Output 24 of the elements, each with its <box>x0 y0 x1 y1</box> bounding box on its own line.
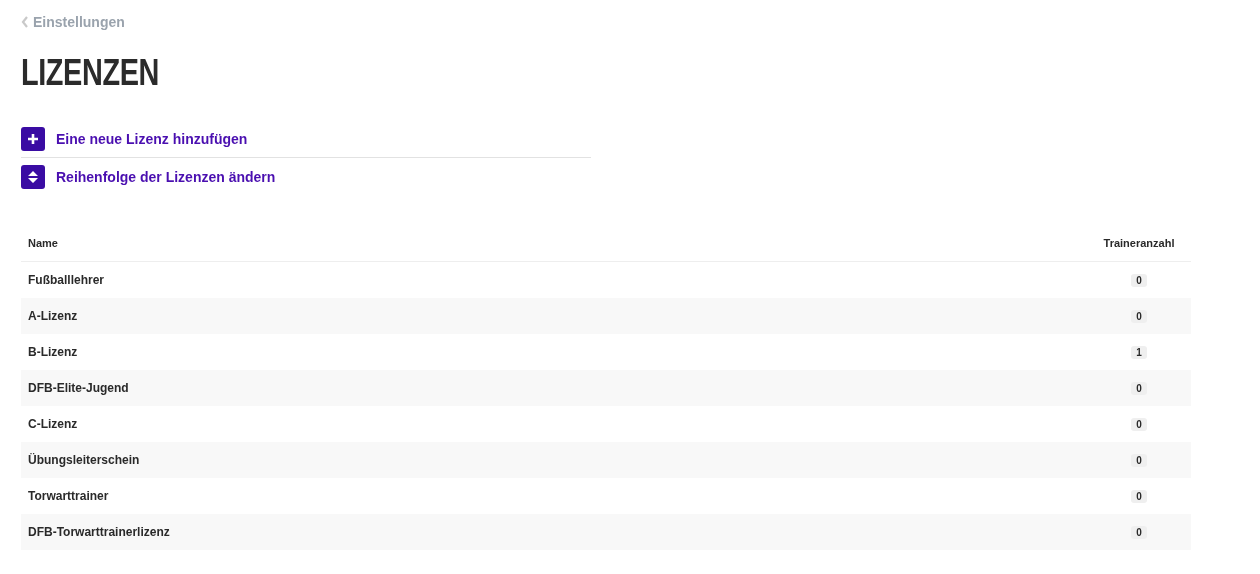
action-link[interactable]: Eine neue Lizenz hinzufügen <box>21 120 591 158</box>
table-cell: DFB-Elite-Jugend <box>21 369 1087 406</box>
count-badge: 0 <box>1131 309 1147 323</box>
count-badge: 0 <box>1131 489 1147 503</box>
plus-icon <box>21 126 45 151</box>
table-cell: Fußballlehrer <box>21 261 1087 298</box>
count-badge: 0 <box>1131 381 1147 395</box>
table-cell: Übungsleiterschein <box>21 441 1087 478</box>
column-header: Name <box>21 225 1087 262</box>
sort-icon <box>21 164 45 189</box>
chevron-left-icon <box>21 16 29 28</box>
table-cell: Torwarttrainer <box>21 477 1087 514</box>
count-badge: 0 <box>1131 453 1147 467</box>
action-link[interactable]: Reihenfolge der Lizenzen ändern <box>21 158 591 195</box>
table-cell: B-Lizenz <box>21 333 1087 370</box>
page-title: LIZENZEN <box>21 52 159 94</box>
table-cell: C-Lizenz <box>21 405 1087 442</box>
count-badge: 0 <box>1131 273 1147 287</box>
count-badge: 0 <box>1131 417 1147 431</box>
count-badge: 1 <box>1131 345 1147 359</box>
count-badge: 0 <box>1131 525 1147 539</box>
table-cell: A-Lizenz <box>21 297 1087 334</box>
table-cell: DFB-Torwarttrainerlizenz <box>21 513 1087 550</box>
column-header: Traineranzahl <box>1087 225 1191 262</box>
